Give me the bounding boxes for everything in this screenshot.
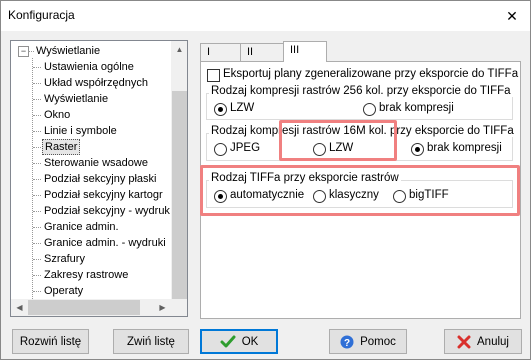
tab-label: III xyxy=(290,44,300,56)
cancel-x-icon xyxy=(457,335,471,348)
compression-16m-jpeg-radio[interactable] xyxy=(214,143,227,156)
compression-256-none-radio[interactable] xyxy=(363,103,376,116)
tree-item-label: Raster xyxy=(42,139,81,155)
help-button[interactable]: ? Pomoc xyxy=(329,329,407,354)
tree-item-label: Podział sekcyjny - wydruk xyxy=(44,205,170,217)
tab-label: II xyxy=(247,46,254,58)
scrollbar-corner xyxy=(171,299,187,316)
collapse-list-label: Zwiń listę xyxy=(127,335,175,348)
compression-256-title: Rodzaj kompresji rastrów 256 kol. przy e… xyxy=(209,85,513,97)
title-bar: Konfiguracja ✕ xyxy=(1,1,530,31)
close-button[interactable]: ✕ xyxy=(495,4,529,28)
scroll-left-icon[interactable]: ◀ xyxy=(11,299,28,316)
help-label: Pomoc xyxy=(360,335,396,348)
compression-16m-none-radio[interactable] xyxy=(411,143,424,156)
window-title: Konfiguracja xyxy=(8,8,75,22)
tree-item-label: Okno xyxy=(44,109,71,121)
tree-item-label: Układ współrzędnych xyxy=(44,77,148,89)
collapse-list-button[interactable]: Zwiń listę xyxy=(113,329,189,354)
configuration-dialog: Konfiguracja ✕ − Wyświetlanie Ustawienia… xyxy=(0,0,531,360)
help-icon: ? xyxy=(340,335,354,349)
export-generalized-checkbox[interactable] xyxy=(207,69,220,82)
tab-ii[interactable]: II xyxy=(240,43,284,61)
scroll-up-icon[interactable]: ▲ xyxy=(171,41,187,58)
tree-item-label: Szrafury xyxy=(44,253,85,265)
tab-panel: Eksportuj plany zgeneralizowane przy eks… xyxy=(200,61,521,319)
close-icon: ✕ xyxy=(506,7,518,24)
tree-vertical-scrollbar[interactable]: ▲ xyxy=(171,41,187,299)
compression-16m-jpeg-label: JPEG xyxy=(230,142,261,154)
cancel-label: Anuluj xyxy=(477,335,509,348)
tree-item-label: Wyświetlanie xyxy=(44,93,109,105)
tab-i[interactable]: I xyxy=(200,43,241,61)
expand-list-button[interactable]: Rozwiń listę xyxy=(12,329,89,354)
tree-item-label: Ustawienia ogólne xyxy=(44,61,134,73)
scrollbar-thumb[interactable] xyxy=(172,91,187,299)
tree-item-label: Operaty xyxy=(44,285,84,297)
tree-item-label: Linie i symbole xyxy=(44,125,117,137)
ok-label: OK xyxy=(241,335,259,348)
tree-root-label: Wyświetlanie xyxy=(36,45,101,57)
expand-list-label: Rozwiń listę xyxy=(19,335,82,348)
svg-text:?: ? xyxy=(344,338,350,349)
tree-item-label: Sterowanie wsadowe xyxy=(44,157,148,169)
compression-256-none-label: brak kompresji xyxy=(379,102,454,114)
checkmark-icon xyxy=(220,335,236,347)
lzw-16m-highlight xyxy=(279,120,397,161)
ok-button[interactable]: OK xyxy=(200,329,278,354)
tree-item-label: Zakresy rastrowe xyxy=(44,269,129,281)
export-generalized-label: Eksportuj plany zgeneralizowane przy eks… xyxy=(223,68,519,80)
tab-label: I xyxy=(207,46,211,58)
compression-256-lzw-label: LZW xyxy=(230,102,255,114)
tiff-type-highlight xyxy=(200,165,520,216)
category-tree[interactable]: − Wyświetlanie Ustawienia ogólne Układ w… xyxy=(10,40,188,317)
tree-item-label: Granice admin. - wydruki xyxy=(44,237,166,249)
tree-item-label: Podział sekcyjny płaski xyxy=(44,173,157,185)
tab-iii[interactable]: III xyxy=(283,41,327,62)
compression-16m-none-label: brak kompresji xyxy=(427,142,502,154)
compression-256-lzw-radio[interactable] xyxy=(214,103,227,116)
tree-item-label: Podział sekcyjny kartogr xyxy=(44,189,163,201)
scrollbar-thumb[interactable] xyxy=(28,300,140,315)
tree-horizontal-scrollbar[interactable]: ◀ ▶ xyxy=(11,299,171,316)
tree-item-label: Granice admin. xyxy=(44,221,119,233)
scroll-right-icon[interactable]: ▶ xyxy=(154,299,171,316)
cancel-button[interactable]: Anuluj xyxy=(444,329,522,354)
